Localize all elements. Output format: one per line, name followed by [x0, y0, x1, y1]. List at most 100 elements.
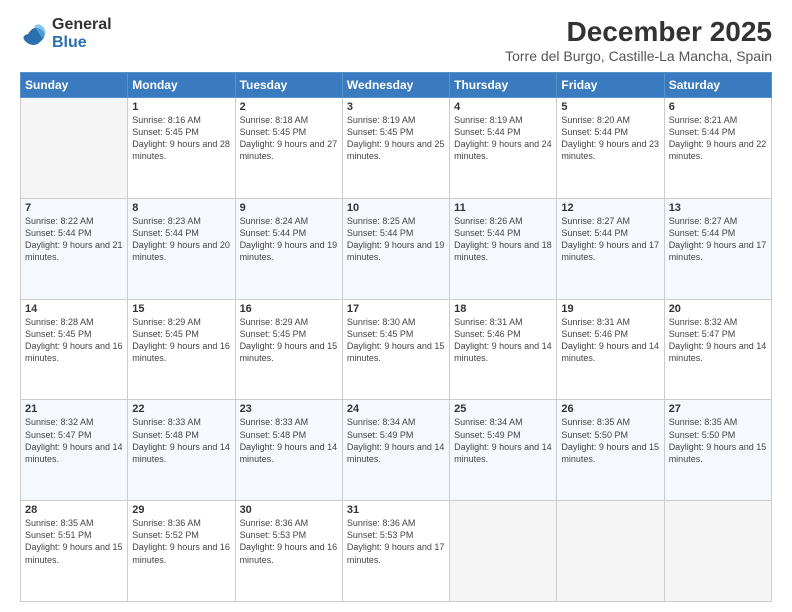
day-number: 22 [132, 403, 230, 415]
day-info: Sunrise: 8:27 AMSunset: 5:44 PMDaylight:… [669, 215, 767, 264]
calendar-day-header: Tuesday [235, 73, 342, 98]
calendar-header-row: SundayMondayTuesdayWednesdayThursdayFrid… [21, 73, 772, 98]
calendar-cell: 2Sunrise: 8:18 AMSunset: 5:45 PMDaylight… [235, 98, 342, 199]
day-info: Sunrise: 8:30 AMSunset: 5:45 PMDaylight:… [347, 316, 445, 365]
day-number: 8 [132, 202, 230, 214]
page: General Blue December 2025 Torre del Bur… [0, 0, 792, 612]
calendar-cell: 9Sunrise: 8:24 AMSunset: 5:44 PMDaylight… [235, 198, 342, 299]
day-number: 12 [561, 202, 659, 214]
day-number: 13 [669, 202, 767, 214]
calendar-day-header: Saturday [664, 73, 771, 98]
calendar-table: SundayMondayTuesdayWednesdayThursdayFrid… [20, 72, 772, 602]
day-number: 26 [561, 403, 659, 415]
day-info: Sunrise: 8:29 AMSunset: 5:45 PMDaylight:… [132, 316, 230, 365]
calendar-cell: 28Sunrise: 8:35 AMSunset: 5:51 PMDayligh… [21, 501, 128, 602]
calendar-cell: 4Sunrise: 8:19 AMSunset: 5:44 PMDaylight… [450, 98, 557, 199]
day-number: 25 [454, 403, 552, 415]
day-info: Sunrise: 8:34 AMSunset: 5:49 PMDaylight:… [347, 416, 445, 465]
calendar-cell: 21Sunrise: 8:32 AMSunset: 5:47 PMDayligh… [21, 400, 128, 501]
day-info: Sunrise: 8:26 AMSunset: 5:44 PMDaylight:… [454, 215, 552, 264]
day-number: 1 [132, 101, 230, 113]
calendar-cell: 15Sunrise: 8:29 AMSunset: 5:45 PMDayligh… [128, 299, 235, 400]
page-subtitle: Torre del Burgo, Castille-La Mancha, Spa… [505, 48, 772, 64]
calendar-cell: 11Sunrise: 8:26 AMSunset: 5:44 PMDayligh… [450, 198, 557, 299]
logo-general: General [52, 16, 112, 34]
calendar-cell: 25Sunrise: 8:34 AMSunset: 5:49 PMDayligh… [450, 400, 557, 501]
calendar-cell: 5Sunrise: 8:20 AMSunset: 5:44 PMDaylight… [557, 98, 664, 199]
day-info: Sunrise: 8:22 AMSunset: 5:44 PMDaylight:… [25, 215, 123, 264]
day-number: 17 [347, 303, 445, 315]
calendar-cell: 30Sunrise: 8:36 AMSunset: 5:53 PMDayligh… [235, 501, 342, 602]
calendar-day-header: Thursday [450, 73, 557, 98]
calendar-cell: 3Sunrise: 8:19 AMSunset: 5:45 PMDaylight… [342, 98, 449, 199]
calendar-cell: 31Sunrise: 8:36 AMSunset: 5:53 PMDayligh… [342, 501, 449, 602]
page-title: December 2025 [505, 16, 772, 48]
day-number: 5 [561, 101, 659, 113]
calendar-cell: 18Sunrise: 8:31 AMSunset: 5:46 PMDayligh… [450, 299, 557, 400]
calendar-cell: 23Sunrise: 8:33 AMSunset: 5:48 PMDayligh… [235, 400, 342, 501]
day-info: Sunrise: 8:35 AMSunset: 5:51 PMDaylight:… [25, 517, 123, 566]
day-number: 9 [240, 202, 338, 214]
day-number: 23 [240, 403, 338, 415]
day-number: 10 [347, 202, 445, 214]
day-info: Sunrise: 8:34 AMSunset: 5:49 PMDaylight:… [454, 416, 552, 465]
day-info: Sunrise: 8:29 AMSunset: 5:45 PMDaylight:… [240, 316, 338, 365]
calendar-cell: 26Sunrise: 8:35 AMSunset: 5:50 PMDayligh… [557, 400, 664, 501]
day-number: 15 [132, 303, 230, 315]
day-number: 29 [132, 504, 230, 516]
day-number: 2 [240, 101, 338, 113]
day-info: Sunrise: 8:36 AMSunset: 5:52 PMDaylight:… [132, 517, 230, 566]
calendar-cell: 12Sunrise: 8:27 AMSunset: 5:44 PMDayligh… [557, 198, 664, 299]
logo: General Blue [20, 16, 112, 51]
day-number: 14 [25, 303, 123, 315]
day-number: 30 [240, 504, 338, 516]
day-info: Sunrise: 8:27 AMSunset: 5:44 PMDaylight:… [561, 215, 659, 264]
calendar-cell: 13Sunrise: 8:27 AMSunset: 5:44 PMDayligh… [664, 198, 771, 299]
day-info: Sunrise: 8:24 AMSunset: 5:44 PMDaylight:… [240, 215, 338, 264]
calendar-week-row: 1Sunrise: 8:16 AMSunset: 5:45 PMDaylight… [21, 98, 772, 199]
day-info: Sunrise: 8:18 AMSunset: 5:45 PMDaylight:… [240, 114, 338, 163]
day-info: Sunrise: 8:33 AMSunset: 5:48 PMDaylight:… [240, 416, 338, 465]
calendar-cell: 6Sunrise: 8:21 AMSunset: 5:44 PMDaylight… [664, 98, 771, 199]
logo-icon [20, 20, 48, 48]
day-info: Sunrise: 8:35 AMSunset: 5:50 PMDaylight:… [669, 416, 767, 465]
calendar-cell: 19Sunrise: 8:31 AMSunset: 5:46 PMDayligh… [557, 299, 664, 400]
calendar-cell: 10Sunrise: 8:25 AMSunset: 5:44 PMDayligh… [342, 198, 449, 299]
day-info: Sunrise: 8:19 AMSunset: 5:44 PMDaylight:… [454, 114, 552, 163]
day-info: Sunrise: 8:20 AMSunset: 5:44 PMDaylight:… [561, 114, 659, 163]
calendar-week-row: 21Sunrise: 8:32 AMSunset: 5:47 PMDayligh… [21, 400, 772, 501]
day-info: Sunrise: 8:36 AMSunset: 5:53 PMDaylight:… [240, 517, 338, 566]
day-info: Sunrise: 8:32 AMSunset: 5:47 PMDaylight:… [669, 316, 767, 365]
day-number: 20 [669, 303, 767, 315]
day-number: 19 [561, 303, 659, 315]
day-number: 18 [454, 303, 552, 315]
day-number: 24 [347, 403, 445, 415]
calendar-cell: 22Sunrise: 8:33 AMSunset: 5:48 PMDayligh… [128, 400, 235, 501]
day-number: 21 [25, 403, 123, 415]
header: General Blue December 2025 Torre del Bur… [20, 16, 772, 64]
day-info: Sunrise: 8:32 AMSunset: 5:47 PMDaylight:… [25, 416, 123, 465]
calendar-cell: 7Sunrise: 8:22 AMSunset: 5:44 PMDaylight… [21, 198, 128, 299]
calendar-day-header: Friday [557, 73, 664, 98]
day-info: Sunrise: 8:31 AMSunset: 5:46 PMDaylight:… [454, 316, 552, 365]
calendar-cell: 8Sunrise: 8:23 AMSunset: 5:44 PMDaylight… [128, 198, 235, 299]
logo-text: General Blue [52, 16, 112, 51]
day-number: 4 [454, 101, 552, 113]
day-info: Sunrise: 8:19 AMSunset: 5:45 PMDaylight:… [347, 114, 445, 163]
day-info: Sunrise: 8:36 AMSunset: 5:53 PMDaylight:… [347, 517, 445, 566]
calendar-day-header: Wednesday [342, 73, 449, 98]
day-number: 31 [347, 504, 445, 516]
day-number: 11 [454, 202, 552, 214]
calendar-cell: 1Sunrise: 8:16 AMSunset: 5:45 PMDaylight… [128, 98, 235, 199]
day-number: 3 [347, 101, 445, 113]
calendar-cell: 16Sunrise: 8:29 AMSunset: 5:45 PMDayligh… [235, 299, 342, 400]
day-number: 16 [240, 303, 338, 315]
day-info: Sunrise: 8:21 AMSunset: 5:44 PMDaylight:… [669, 114, 767, 163]
day-number: 7 [25, 202, 123, 214]
calendar-cell: 27Sunrise: 8:35 AMSunset: 5:50 PMDayligh… [664, 400, 771, 501]
day-info: Sunrise: 8:23 AMSunset: 5:44 PMDaylight:… [132, 215, 230, 264]
calendar-week-row: 14Sunrise: 8:28 AMSunset: 5:45 PMDayligh… [21, 299, 772, 400]
calendar-day-header: Sunday [21, 73, 128, 98]
calendar-cell: 24Sunrise: 8:34 AMSunset: 5:49 PMDayligh… [342, 400, 449, 501]
day-info: Sunrise: 8:31 AMSunset: 5:46 PMDaylight:… [561, 316, 659, 365]
